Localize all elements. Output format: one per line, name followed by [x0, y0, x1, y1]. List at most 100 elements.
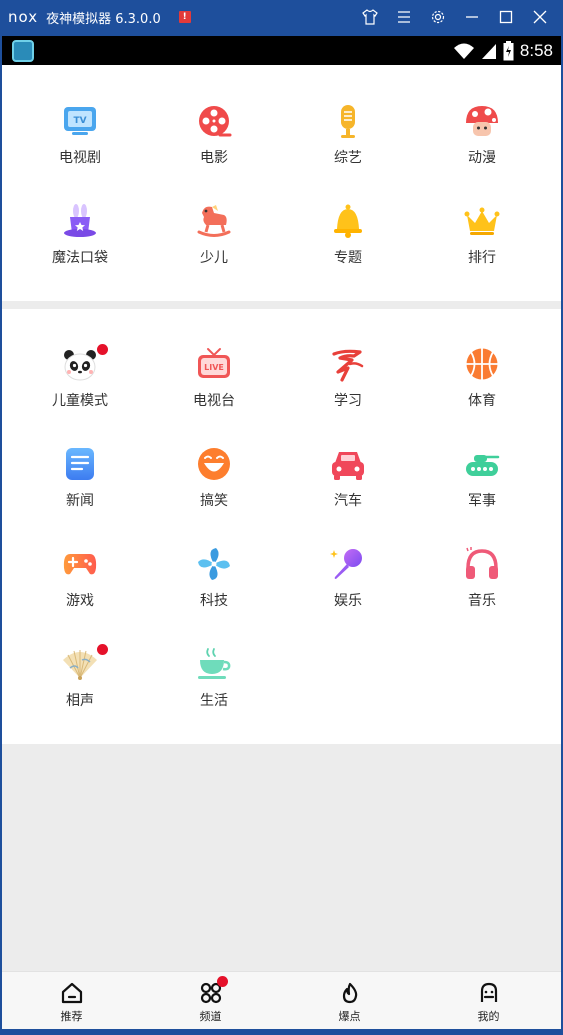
- gamepad-icon: [63, 554, 97, 575]
- car-icon: [332, 452, 364, 480]
- svg-text:LIVE: LIVE: [204, 363, 224, 372]
- category-music[interactable]: 音乐: [415, 546, 549, 626]
- microphone-icon: [341, 105, 355, 138]
- maximize-icon[interactable]: [489, 0, 523, 34]
- category-label: 游戏: [66, 593, 94, 609]
- window-bottom-border: [0, 1029, 563, 1035]
- category-label: 体育: [468, 393, 496, 409]
- category-label: 排行: [468, 250, 496, 266]
- category-label: 搞笑: [200, 493, 228, 509]
- bottom-navigation: 推荐 频道 爆点 我的: [2, 971, 561, 1029]
- category-label: 魔法口袋: [52, 250, 108, 266]
- panda-icon: [64, 350, 96, 381]
- karaoke-mic-icon: [330, 549, 362, 579]
- category-variety[interactable]: 综艺: [281, 103, 415, 183]
- laughing-face-icon: [198, 448, 230, 480]
- app-notification-icon: [12, 40, 34, 62]
- category-label: 军事: [468, 493, 496, 509]
- nav-tab-hot[interactable]: 爆点: [280, 972, 419, 1029]
- wifi-icon: [453, 43, 474, 59]
- gear-icon[interactable]: [421, 0, 455, 34]
- profile-icon: [480, 982, 497, 1002]
- new-badge-dot: [97, 344, 108, 355]
- category-label: 生活: [200, 693, 228, 709]
- category-study[interactable]: 学习: [281, 346, 415, 426]
- category-funny[interactable]: 搞笑: [147, 446, 281, 526]
- category-label: 综艺: [334, 150, 362, 166]
- alert-badge[interactable]: !: [178, 11, 191, 23]
- android-status-bar: 8:58: [2, 36, 561, 65]
- category-ranking[interactable]: 排行: [415, 203, 549, 283]
- new-badge-dot: [217, 976, 228, 987]
- calligraphy-icon: [332, 349, 364, 382]
- channel-categories-card: 儿童模式 LIVE 电视台 学习 体育 新闻 搞笑 汽车 军事 游戏 科技 娱乐…: [2, 309, 561, 744]
- category-anime[interactable]: 动漫: [415, 103, 549, 183]
- category-crosstalk[interactable]: 相声: [13, 644, 147, 726]
- category-label: 动漫: [468, 150, 496, 166]
- basketball-icon: [466, 348, 498, 380]
- crown-icon: [464, 207, 500, 235]
- category-label: 娱乐: [334, 593, 362, 609]
- nav-label: 推荐: [60, 1010, 83, 1023]
- category-kids[interactable]: 少儿: [147, 203, 281, 283]
- live-tv-icon: LIVE: [198, 348, 230, 378]
- category-tech[interactable]: 科技: [147, 546, 281, 626]
- category-tv-series[interactable]: TV 电视剧: [13, 103, 147, 183]
- category-label: 音乐: [468, 593, 496, 609]
- minimize-icon[interactable]: [455, 0, 489, 34]
- close-icon[interactable]: [523, 0, 557, 34]
- category-movie[interactable]: 电影: [147, 103, 281, 183]
- signal-icon: [481, 43, 496, 59]
- category-label: 电影: [200, 150, 228, 166]
- category-topics[interactable]: 专题: [281, 203, 415, 283]
- category-magic-pocket[interactable]: 魔法口袋: [13, 203, 147, 283]
- menu-icon[interactable]: [387, 0, 421, 34]
- category-tv-station[interactable]: LIVE 电视台: [147, 346, 281, 426]
- category-games[interactable]: 游戏: [13, 546, 147, 626]
- shirt-icon[interactable]: [353, 0, 387, 34]
- category-entertainment[interactable]: 娱乐: [281, 546, 415, 626]
- category-label: 汽车: [334, 493, 362, 509]
- document-icon: [66, 448, 94, 480]
- folding-fan-icon: [63, 650, 97, 680]
- magic-hat-icon: [64, 204, 96, 237]
- category-news[interactable]: 新闻: [13, 446, 147, 526]
- battery-icon: [503, 40, 514, 60]
- svg-text:TV: TV: [73, 116, 86, 126]
- headphones-icon: [466, 547, 498, 579]
- category-label: 学习: [334, 393, 362, 409]
- new-badge-dot: [97, 644, 108, 655]
- category-label: 少儿: [200, 250, 228, 266]
- category-label: 新闻: [66, 493, 94, 509]
- category-sports[interactable]: 体育: [415, 346, 549, 426]
- home-icon: [61, 982, 82, 1004]
- nav-tab-channels[interactable]: 频道: [141, 972, 280, 1029]
- category-label: 专题: [334, 250, 362, 266]
- status-indicators: 8:58: [453, 36, 553, 65]
- nav-label: 爆点: [338, 1010, 361, 1023]
- category-label: 电视台: [193, 393, 235, 409]
- primary-categories-card: TV 电视剧 电影 综艺 动漫 魔法口袋 少儿 专题 排行: [2, 65, 561, 301]
- tank-icon: [466, 455, 500, 476]
- teacup-icon: [198, 648, 231, 679]
- category-cars[interactable]: 汽车: [281, 446, 415, 526]
- nav-tab-mine[interactable]: 我的: [419, 972, 558, 1029]
- bell-icon: [334, 204, 362, 238]
- film-reel-icon: [199, 106, 232, 137]
- rocking-horse-icon: [197, 205, 231, 237]
- flame-icon: [342, 982, 357, 1004]
- category-life[interactable]: 生活: [147, 646, 281, 726]
- category-military[interactable]: 军事: [415, 446, 549, 526]
- category-label: 科技: [200, 593, 228, 609]
- mushroom-icon: [466, 106, 498, 136]
- app-screen: TV 电视剧 电影 综艺 动漫 魔法口袋 少儿 专题 排行 儿童模式 LIVE …: [2, 65, 561, 1029]
- category-label: 电视剧: [59, 150, 101, 166]
- category-kids-mode[interactable]: 儿童模式: [13, 344, 147, 426]
- nox-logo: nox: [8, 8, 39, 26]
- nav-label: 我的: [477, 1010, 500, 1023]
- status-clock: 8:58: [519, 40, 553, 60]
- nav-tab-recommend[interactable]: 推荐: [2, 972, 141, 1029]
- nav-label: 频道: [199, 1010, 222, 1023]
- pinwheel-icon: [198, 548, 230, 580]
- category-label: 相声: [66, 693, 94, 709]
